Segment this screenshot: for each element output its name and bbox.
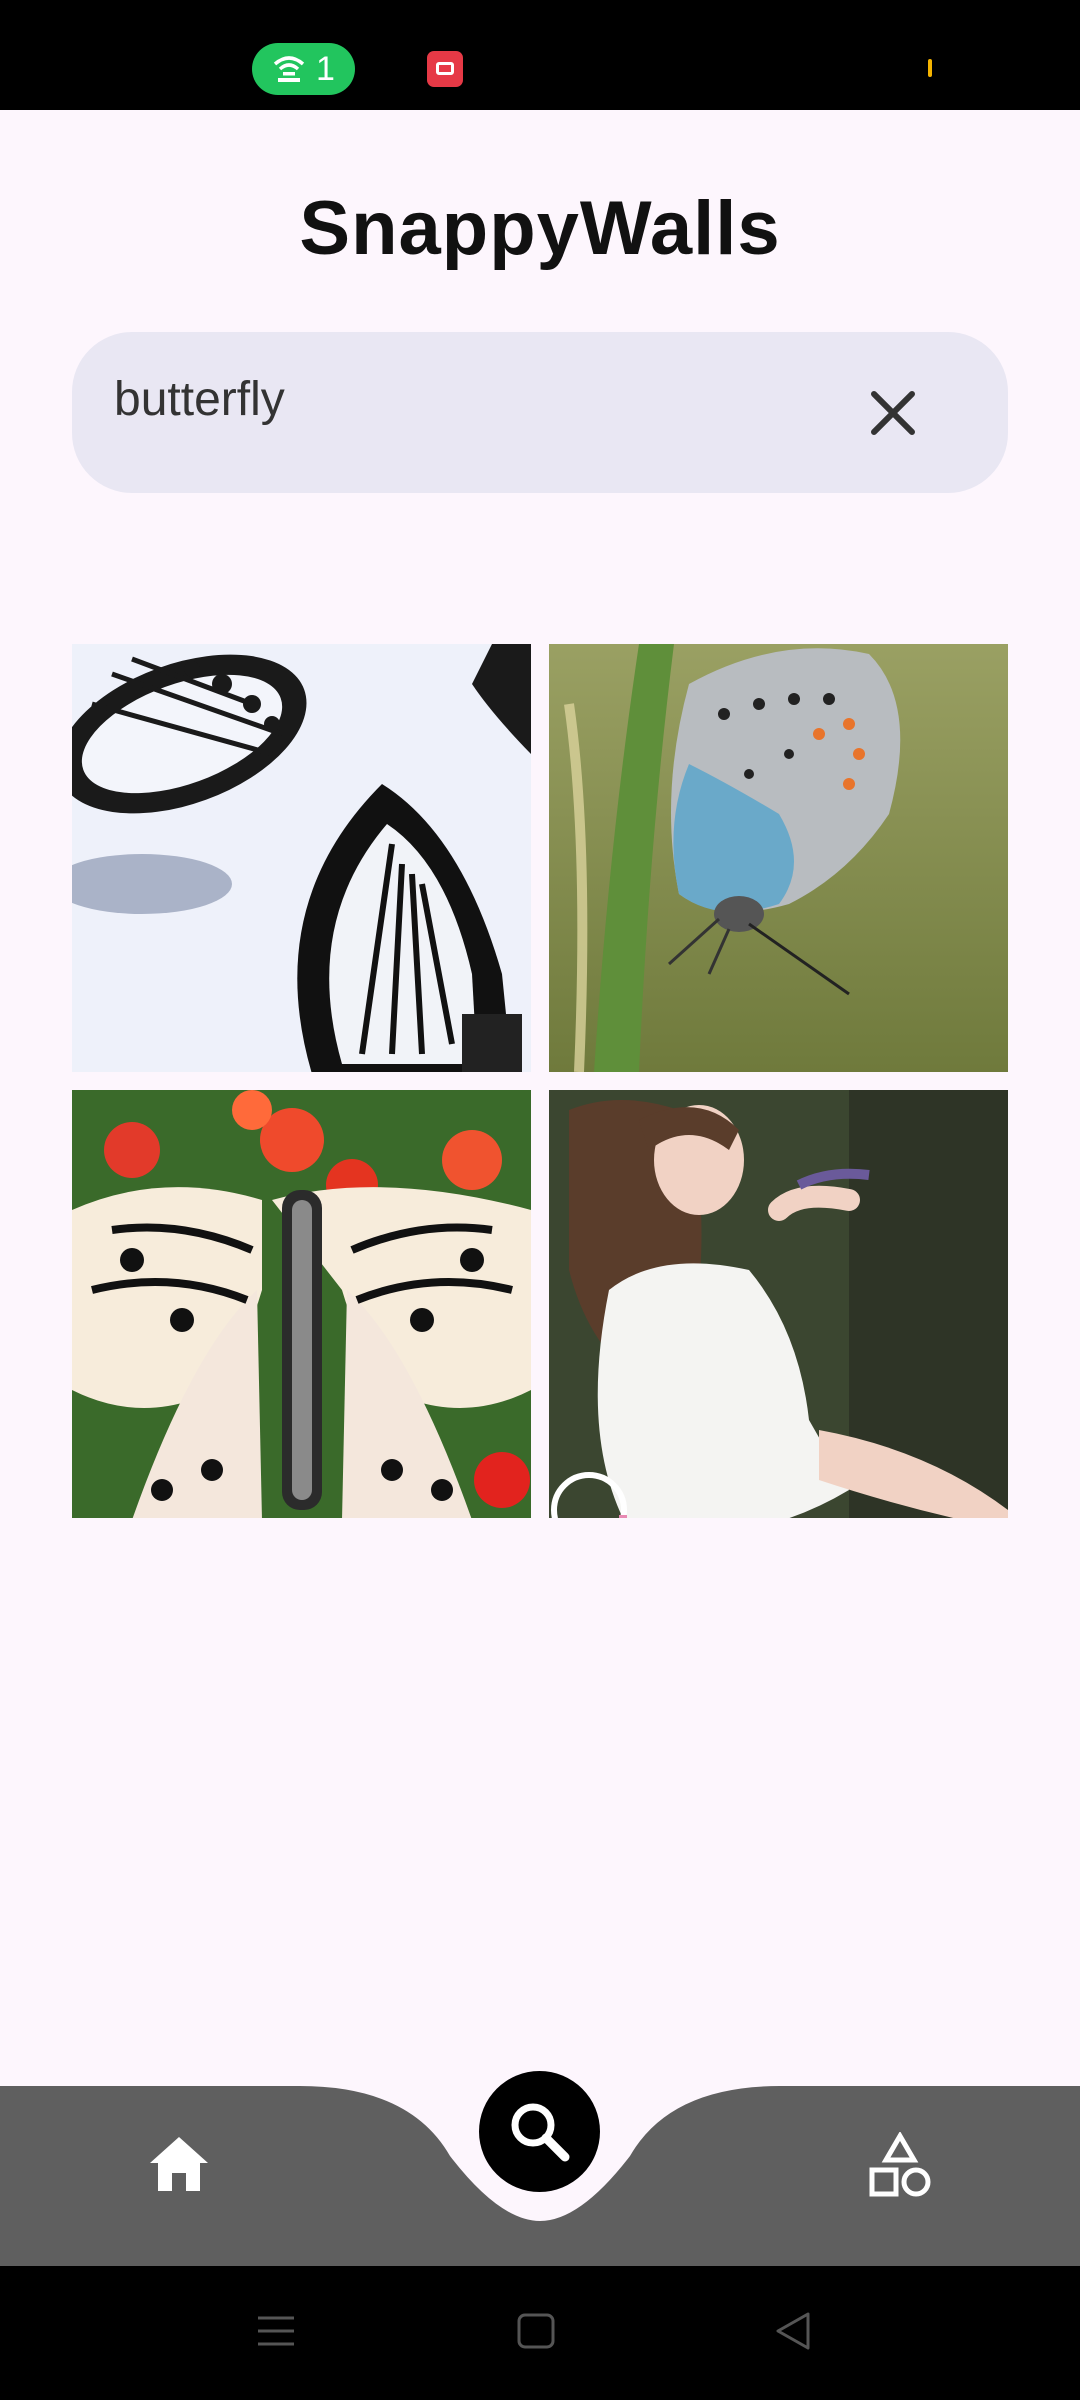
home-square-icon[interactable] <box>516 2306 556 2356</box>
hotspot-icon <box>273 56 305 82</box>
screen-record-icon <box>427 51 463 87</box>
search-icon <box>511 2103 570 2162</box>
hotspot-indicator: 1 <box>252 43 355 95</box>
wallpaper-image <box>72 1090 531 1518</box>
back-icon[interactable] <box>772 2306 812 2356</box>
search-input[interactable]: butterfly <box>72 332 1008 493</box>
status-bar: 1 <box>0 0 1080 110</box>
categories-icon[interactable] <box>868 2132 932 2198</box>
wallpaper-tile[interactable] <box>549 644 1008 1072</box>
menu-icon[interactable] <box>256 2306 296 2356</box>
wallpaper-image <box>72 644 531 1072</box>
home-icon[interactable] <box>148 2133 210 2195</box>
close-icon[interactable] <box>862 382 924 444</box>
signal-indicator <box>928 59 932 77</box>
wallpaper-tile[interactable] <box>549 1090 1008 1518</box>
wallpaper-image <box>549 644 1008 1072</box>
wallpaper-image <box>549 1090 1008 1518</box>
system-nav-bar <box>0 2266 1080 2400</box>
search-fab[interactable] <box>479 2071 600 2192</box>
hotspot-count: 1 <box>316 49 335 88</box>
wallpaper-tile[interactable] <box>72 644 531 1072</box>
search-value: butterfly <box>114 373 285 426</box>
wallpaper-tile[interactable] <box>72 1090 531 1518</box>
app-title: SnappyWalls <box>299 186 781 271</box>
